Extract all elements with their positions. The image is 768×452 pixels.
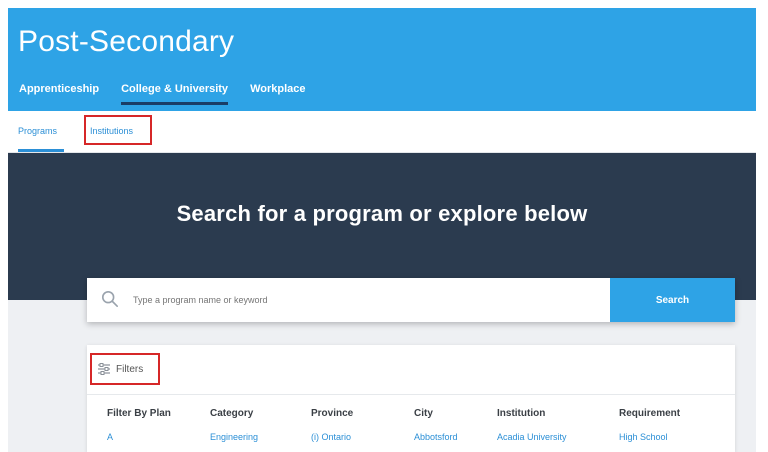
filter-option[interactable]: High School bbox=[619, 431, 680, 443]
sub-tabs: Programs Institutions bbox=[8, 111, 756, 153]
filter-heading: City bbox=[414, 408, 433, 419]
filter-col-city: City Abbotsford bbox=[414, 407, 458, 443]
site-header: Post-Secondary Apprenticeship College & … bbox=[8, 8, 756, 111]
filter-option[interactable]: Acadia University bbox=[497, 431, 567, 443]
highlight-box-institutions bbox=[84, 115, 152, 145]
filter-heading: Category bbox=[210, 408, 254, 419]
filter-col-category: Category Engineering bbox=[210, 407, 258, 443]
search-icon bbox=[101, 290, 119, 308]
top-nav: Apprenticeship College & University Work… bbox=[19, 82, 328, 105]
search-input[interactable] bbox=[133, 278, 603, 322]
banner-heading: Search for a program or explore below bbox=[176, 201, 588, 226]
filter-col-province: Province (i) Ontario bbox=[311, 407, 353, 443]
filter-heading: Province bbox=[311, 408, 354, 419]
filter-option[interactable]: (i) Ontario bbox=[311, 431, 353, 443]
filter-option[interactable]: Engineering bbox=[210, 431, 258, 443]
filters-header: Filters bbox=[87, 345, 735, 395]
filter-heading: Requirement bbox=[619, 408, 681, 419]
filter-col-plan: Filter By Plan A bbox=[107, 407, 171, 443]
page-title: Post-Secondary bbox=[18, 25, 235, 58]
filter-option[interactable]: Abbotsford bbox=[414, 431, 458, 443]
highlight-box-filters bbox=[90, 353, 160, 385]
filters-card: Filters Filter By Plan A Category Engine… bbox=[87, 345, 735, 452]
search-bar: Search bbox=[87, 278, 735, 322]
tab-programs[interactable]: Programs bbox=[18, 125, 57, 137]
search-button[interactable]: Search bbox=[610, 278, 735, 322]
nav-item-college-university[interactable]: College & University bbox=[121, 82, 228, 105]
nav-item-apprenticeship[interactable]: Apprenticeship bbox=[19, 82, 99, 105]
filter-heading: Institution bbox=[497, 408, 546, 419]
nav-item-workplace[interactable]: Workplace bbox=[250, 82, 305, 105]
active-tab-indicator bbox=[18, 149, 64, 152]
filter-heading: Filter By Plan bbox=[107, 408, 171, 419]
filter-option[interactable]: A bbox=[107, 431, 171, 443]
filter-col-requirement: Requirement High School bbox=[619, 407, 680, 443]
filter-col-institution: Institution Acadia University bbox=[497, 407, 567, 443]
